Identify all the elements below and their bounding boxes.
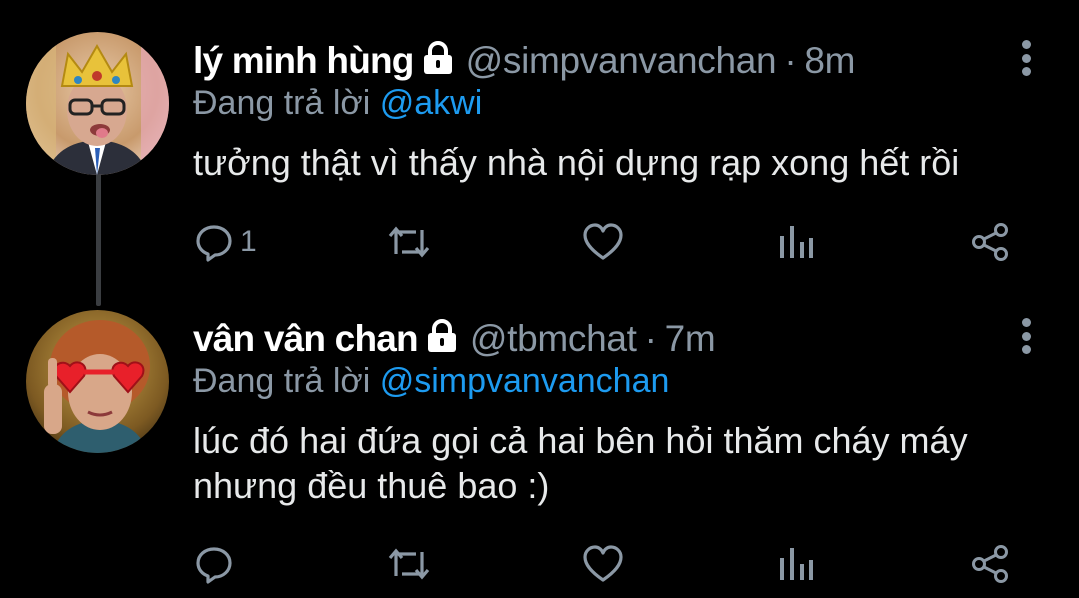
tweet[interactable]: lý minh hùng @simpvanvanchan · 8m Đang t… xyxy=(0,0,1079,300)
replying-to-label: Đang trả lời xyxy=(193,84,371,122)
analytics-icon xyxy=(780,548,813,580)
separator-dot: · xyxy=(644,318,657,359)
replying-to: Đang trả lời @simpvanvanchan xyxy=(193,362,669,401)
reply-icon xyxy=(196,547,232,584)
like-icon xyxy=(583,545,623,582)
reply-button[interactable]: 1 xyxy=(194,220,257,264)
tweet[interactable]: vân vân chan @tbmchat · 7m Đang trả lời … xyxy=(0,300,1079,598)
avatar[interactable] xyxy=(26,310,169,453)
mention-link[interactable]: @akwi xyxy=(380,84,483,122)
like-button[interactable] xyxy=(582,542,624,586)
lock-icon xyxy=(422,41,454,75)
retweet-button[interactable] xyxy=(386,220,432,264)
retweet-button[interactable] xyxy=(386,542,432,586)
analytics-button[interactable] xyxy=(778,220,814,264)
username[interactable]: @tbmchat xyxy=(470,318,637,360)
reply-count: 1 xyxy=(240,225,257,258)
action-bar: 1 xyxy=(0,220,1079,264)
username[interactable]: @simpvanvanchan xyxy=(466,40,777,82)
analytics-button[interactable] xyxy=(778,542,814,586)
tweet-header: vân vân chan @tbmchat · 7m xyxy=(193,316,716,362)
tweet-text: lúc đó hai đứa gọi cả hai bên hỏi thăm c… xyxy=(193,420,968,506)
share-icon xyxy=(972,223,1008,261)
retweet-icon xyxy=(388,226,430,258)
analytics-icon xyxy=(780,226,813,258)
tweet-text: tưởng thật vì thấy nhà nội dựng rạp xong… xyxy=(193,142,960,183)
share-icon xyxy=(972,545,1008,583)
tweet-header: lý minh hùng @simpvanvanchan · 8m xyxy=(193,38,855,84)
reply-icon xyxy=(196,225,232,262)
display-name[interactable]: vân vân chan xyxy=(193,318,419,360)
lock-icon xyxy=(426,319,458,353)
timestamp[interactable]: 8m xyxy=(804,40,855,82)
like-icon xyxy=(583,223,623,260)
reply-button[interactable] xyxy=(194,542,240,586)
retweet-icon xyxy=(388,548,430,580)
share-button[interactable] xyxy=(970,542,1010,586)
action-bar xyxy=(0,542,1079,586)
separator-dot: · xyxy=(784,40,797,81)
display-name[interactable]: lý minh hùng xyxy=(193,40,414,82)
share-button[interactable] xyxy=(970,220,1010,264)
avatar[interactable] xyxy=(26,32,169,175)
more-icon[interactable] xyxy=(1019,40,1033,76)
replying-to: Đang trả lời @akwi xyxy=(193,84,482,123)
like-button[interactable] xyxy=(582,220,624,264)
replying-to-label: Đang trả lời xyxy=(193,362,371,400)
timestamp[interactable]: 7m xyxy=(665,318,716,360)
more-icon[interactable] xyxy=(1019,318,1033,354)
mention-link[interactable]: @simpvanvanchan xyxy=(380,362,670,400)
